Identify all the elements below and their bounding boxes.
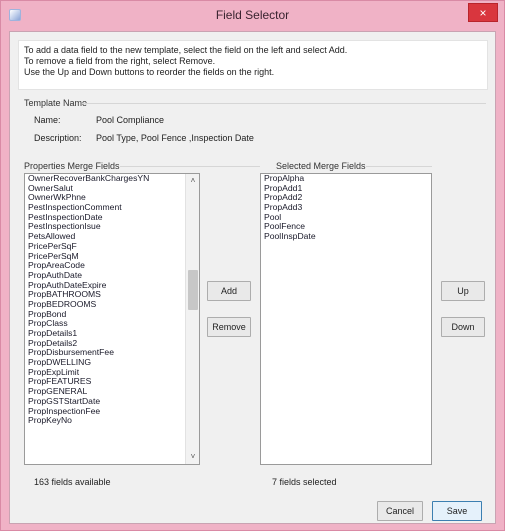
selected-fields-list[interactable]: PropAlpha PropAdd1 PropAdd2 PropAdd3 Poo… <box>260 173 432 465</box>
close-button[interactable]: × <box>468 3 498 22</box>
title-bar[interactable]: Field Selector × <box>1 1 504 30</box>
template-name-label: Name: <box>34 115 61 125</box>
properties-scrollbar[interactable]: ˄ ˅ <box>185 174 199 464</box>
instructions-panel: To add a data field to the new template,… <box>18 40 488 90</box>
down-button[interactable]: Down <box>441 317 485 337</box>
up-button[interactable]: Up <box>441 281 485 301</box>
list-item[interactable]: PoolInspDate <box>261 231 431 242</box>
save-button[interactable]: Save <box>432 501 482 521</box>
dialog-body: To add a data field to the new template,… <box>9 31 496 524</box>
properties-fields-list[interactable]: OwnerRecoverBankChargesYN OwnerSalut Own… <box>24 173 200 465</box>
selected-count: 7 fields selected <box>272 477 337 487</box>
cancel-button[interactable]: Cancel <box>377 501 423 521</box>
template-description-value: Pool Type, Pool Fence ,Inspection Date <box>96 133 254 143</box>
add-button[interactable]: Add <box>207 281 251 301</box>
template-group-label: Template Name <box>24 98 88 108</box>
properties-group-label: Properties Merge Fields <box>24 161 120 171</box>
close-icon: × <box>479 6 487 20</box>
scroll-thumb[interactable] <box>188 270 198 310</box>
list-item[interactable]: PropAdd3 <box>261 202 431 213</box>
remove-button[interactable]: Remove <box>207 317 251 337</box>
group-divider <box>82 103 486 104</box>
selected-group-label: Selected Merge Fields <box>276 161 366 171</box>
scroll-up-icon[interactable]: ˄ <box>186 174 199 188</box>
instruction-line: To add a data field to the new template,… <box>24 45 348 55</box>
window-title: Field Selector <box>215 8 290 22</box>
properties-items: OwnerRecoverBankChargesYN OwnerSalut Own… <box>25 174 199 426</box>
list-item[interactable]: PropKeyNo <box>25 415 199 426</box>
field-selector-window: Field Selector × To add a data field to … <box>0 0 505 531</box>
scroll-down-icon[interactable]: ˅ <box>186 450 199 464</box>
group-divider <box>366 166 432 167</box>
properties-count: 163 fields available <box>34 477 111 487</box>
instruction-line: To remove a field from the right, select… <box>24 56 216 66</box>
group-divider <box>120 166 260 167</box>
instruction-line: Use the Up and Down buttons to reorder t… <box>24 67 275 77</box>
template-description-label: Description: <box>34 133 82 143</box>
template-name-value: Pool Compliance <box>96 115 165 125</box>
